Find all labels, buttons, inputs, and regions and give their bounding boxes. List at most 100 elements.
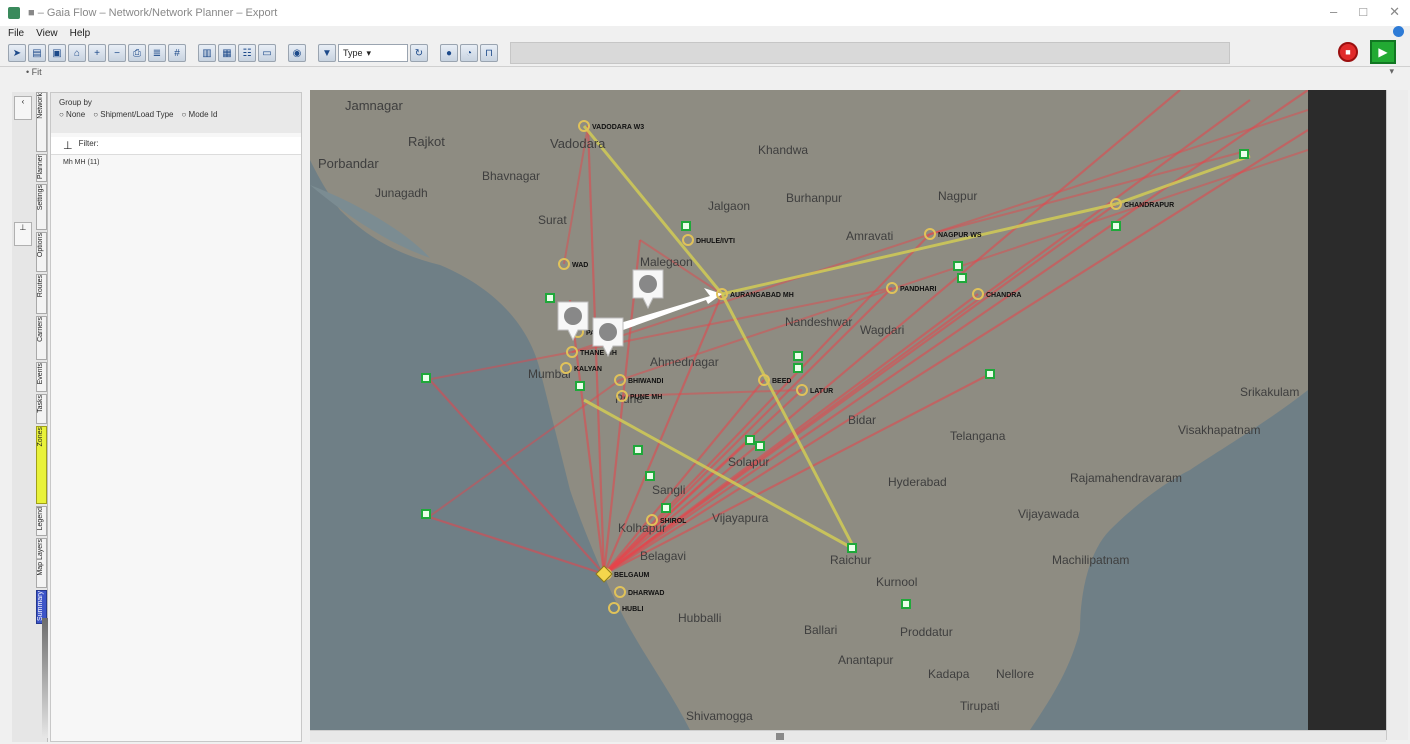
- city-label: Srikakulam: [1240, 385, 1299, 399]
- city-label: Malegaon: [640, 255, 693, 269]
- city-label: Kurnool: [876, 575, 917, 589]
- depot-marker[interactable]: [421, 509, 431, 519]
- depot-marker[interactable]: [1239, 149, 1249, 159]
- city-label: Wagdari: [860, 323, 904, 337]
- horizontal-scrollbar[interactable]: [310, 730, 1386, 742]
- radio-shipment-type[interactable]: ○ Shipment/Load Type: [93, 109, 173, 121]
- expand-caret-icon[interactable]: ▾: [1389, 66, 1394, 77]
- print-icon[interactable]: ⎙: [128, 44, 146, 62]
- depot-marker[interactable]: [681, 221, 691, 231]
- location-label: CHANDRA: [986, 292, 1021, 299]
- location-label: THANE MH: [580, 350, 617, 357]
- tab-tasks[interactable]: Tasks: [36, 394, 47, 424]
- close-button[interactable]: ✕: [1389, 4, 1400, 20]
- run-button[interactable]: ▶: [1370, 40, 1396, 64]
- depot-marker[interactable]: [957, 273, 967, 283]
- grid-icon[interactable]: #: [168, 44, 186, 62]
- depot-marker[interactable]: [793, 363, 803, 373]
- depot-marker[interactable]: [645, 471, 655, 481]
- location-label: PANDHARI: [900, 286, 936, 293]
- tab-routes[interactable]: Routes: [36, 274, 47, 314]
- chart-bar-icon[interactable]: ▥: [198, 44, 216, 62]
- globe-icon[interactable]: ◉: [288, 44, 306, 62]
- scroll-thumb[interactable]: [776, 733, 784, 740]
- layer-type-select[interactable]: Type ▾: [338, 44, 408, 62]
- depot-marker[interactable]: [545, 293, 555, 303]
- radio-mode-id[interactable]: ○ Mode Id: [181, 109, 217, 121]
- filter-row: ⊥ Filter:: [51, 137, 301, 155]
- filter-input[interactable]: Filter:: [79, 139, 301, 153]
- map-view[interactable]: Jamnagar Rajkot Vadodara Porbandar Bhavnagar…: [310, 90, 1308, 730]
- info-icon[interactable]: [1393, 26, 1404, 37]
- menu-file[interactable]: File: [8, 28, 24, 39]
- tab-options[interactable]: Options: [36, 232, 47, 272]
- depot-marker[interactable]: [575, 381, 585, 391]
- minimize-button[interactable]: –: [1330, 4, 1337, 20]
- city-label: Vijayawada: [1018, 507, 1079, 521]
- location-label: PUNE MH: [630, 394, 662, 401]
- city-label: Nagpur: [938, 189, 977, 203]
- city-label: Kolhapur: [618, 521, 666, 535]
- save-icon[interactable]: ▣: [48, 44, 66, 62]
- tree-item[interactable]: Mh MH (11): [51, 155, 301, 170]
- tab-zones[interactable]: Zones: [36, 426, 47, 504]
- location-label: SHIROL: [660, 518, 687, 525]
- open-icon[interactable]: ▤: [28, 44, 46, 62]
- menu-help[interactable]: Help: [70, 28, 91, 39]
- city-label: Vadodara: [550, 136, 606, 151]
- tab-settings[interactable]: Settings: [36, 184, 47, 230]
- status-path: • Fit: [0, 66, 1410, 80]
- chart-icon[interactable]: ▦: [218, 44, 236, 62]
- layers-icon[interactable]: ≣: [148, 44, 166, 62]
- tab-planner[interactable]: Planner: [36, 154, 47, 182]
- rotate-icon[interactable]: ◔: [460, 44, 478, 62]
- map-canvas[interactable]: Jamnagar Rajkot Vadodara Porbandar Bhavnagar…: [310, 90, 1308, 730]
- filter-icon[interactable]: ▼: [318, 44, 336, 62]
- depot-marker[interactable]: [985, 369, 995, 379]
- city-label: Khandwa: [758, 143, 808, 157]
- depot-marker[interactable]: [661, 503, 671, 513]
- city-label: Jamnagar: [345, 98, 403, 113]
- zoom-in-icon[interactable]: +: [88, 44, 106, 62]
- app-icon: [8, 7, 20, 19]
- refresh-icon[interactable]: ↻: [410, 44, 428, 62]
- city-label: Nandeshwar: [785, 315, 852, 329]
- table-icon[interactable]: ☷: [238, 44, 256, 62]
- depot-marker[interactable]: [953, 261, 963, 271]
- stop-button[interactable]: ■: [1338, 42, 1358, 62]
- city-label: Raichur: [830, 553, 871, 567]
- right-scrollbar[interactable]: [1386, 90, 1408, 740]
- depot-marker[interactable]: [755, 441, 765, 451]
- location-label: NAGPUR WS: [938, 232, 982, 239]
- depot-marker[interactable]: [745, 435, 755, 445]
- folder-icon[interactable]: ▭: [258, 44, 276, 62]
- location-label: BELGAUM: [614, 572, 650, 579]
- home-icon[interactable]: ⌂: [68, 44, 86, 62]
- tab-carriers[interactable]: Carriers: [36, 316, 47, 360]
- city-label: Porbandar: [318, 156, 379, 171]
- menu-bar: File View Help: [0, 26, 1410, 40]
- globe-blue-icon[interactable]: ●: [440, 44, 458, 62]
- collapse-icon[interactable]: ‹: [14, 96, 32, 120]
- pin-icon[interactable]: ⊥: [14, 222, 32, 246]
- depot-marker[interactable]: [901, 599, 911, 609]
- menu-view[interactable]: View: [36, 28, 58, 39]
- zoom-out-icon[interactable]: −: [108, 44, 126, 62]
- radio-none[interactable]: ○ None: [59, 109, 85, 121]
- depot-marker[interactable]: [793, 351, 803, 361]
- depot-marker[interactable]: [633, 445, 643, 455]
- depot-marker[interactable]: [421, 373, 431, 383]
- depot-marker[interactable]: [1111, 221, 1121, 231]
- location-label: VADODARA W3: [592, 124, 644, 131]
- depot-marker[interactable]: [847, 543, 857, 553]
- tab-events[interactable]: Events: [36, 362, 47, 392]
- city-label: Hyderabad: [888, 475, 947, 489]
- tab-legend[interactable]: Legend: [36, 506, 47, 536]
- maximize-button[interactable]: □: [1359, 4, 1367, 20]
- tab-network[interactable]: Network: [36, 92, 47, 152]
- pointer-icon[interactable]: ➤: [8, 44, 26, 62]
- lock-icon[interactable]: ⊓: [480, 44, 498, 62]
- title-bar: ■ – Gaia Flow – Network/Network Planner …: [0, 0, 1410, 26]
- location-label: BEED: [772, 378, 791, 385]
- tab-map-layers[interactable]: Map Layers: [36, 538, 47, 588]
